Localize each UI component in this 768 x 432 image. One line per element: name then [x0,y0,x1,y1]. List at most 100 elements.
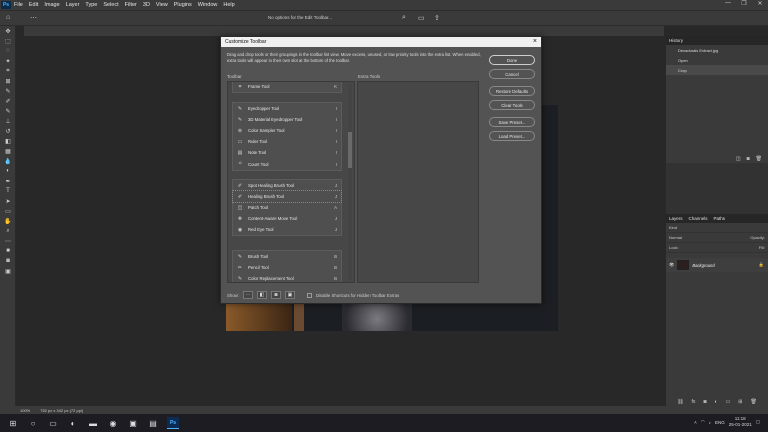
show-color-swatch-icon[interactable]: ◧ [256,291,267,299]
tab-channels[interactable]: Channels [689,216,708,221]
task-view-icon[interactable]: ▭ [46,416,60,430]
show-quick-mask-icon[interactable]: ◙ [270,291,281,299]
menu-select[interactable]: Select [103,2,118,8]
history-item-crop[interactable]: Crop [666,65,768,75]
clock[interactable]: 11:18 25-01-2021 [729,416,752,428]
kind-filter-select[interactable]: Kind [669,225,677,230]
menu-type[interactable]: Type [85,2,97,8]
marquee-tool-icon[interactable]: ⬚ [0,36,16,46]
chrome-icon[interactable]: ◉ [106,416,120,430]
scrollbar-thumb[interactable] [348,132,352,168]
windows-start-icon[interactable]: ⊞ [6,416,20,430]
toolbar-edit-icon[interactable]: ⋯ [30,14,37,22]
toolbar-list[interactable]: ⌗ Frame Tool K ✎ Eyedropper Tool I ✎ 3D … [227,81,355,283]
tool-item-color-sampler[interactable]: ⊕ Color Sampler Tool I [233,125,341,136]
tool-item-3d-material-eyedropper[interactable]: ✎ 3D Material Eyedropper Tool I [233,114,341,125]
menu-filter[interactable]: Filter [125,2,137,8]
done-button[interactable]: Done [489,55,535,65]
hand-tool-icon[interactable]: ✋ [0,216,16,226]
search-taskbar-icon[interactable]: ○ [26,416,40,430]
tool-group-healing[interactable]: ✐ Spot Healing Brush Tool J ✐ Healing Br… [232,179,342,237]
tool-item-count[interactable]: ¹² Count Tool I [233,158,341,169]
volume-icon[interactable]: ♪ [709,420,711,425]
restore-defaults-button[interactable]: Restore Defaults [489,86,535,96]
load-preset-button[interactable]: Load Preset... [489,131,535,141]
tool-item-content-aware-move[interactable]: ✥ Content-Aware Move Tool J [233,213,341,224]
tool-item-note[interactable]: ▤ Note Tool I [233,147,341,158]
menu-plugins[interactable]: Plugins [174,2,192,8]
trash-icon[interactable]: 🗑 [756,156,762,162]
wifi-icon[interactable]: ◠ [701,419,705,425]
tool-item-pencil[interactable]: ✏ Pencil Tool B [233,262,341,273]
photoshop-taskbar-icon[interactable]: Ps [166,416,180,430]
blend-mode-select[interactable]: Normal [669,235,682,240]
menu-help[interactable]: Help [223,2,234,8]
cancel-button[interactable]: Cancel [489,69,535,79]
mask-icon[interactable]: ◙ [703,399,706,405]
menu-edit[interactable]: Edit [29,2,38,8]
tool-item-healing-brush[interactable]: ✐ Healing Brush Tool J [232,190,342,204]
history-brush-tool-icon[interactable]: ↺ [0,126,16,136]
show-extras-ellipsis-icon[interactable]: ⋯ [242,291,253,299]
frame-tool-icon[interactable]: ⊠ [0,76,16,86]
tab-layers[interactable]: Layers [669,216,683,221]
extra-tools-list[interactable] [357,81,479,283]
workspace-icon[interactable]: ▭ [418,14,425,22]
blur-tool-icon[interactable]: 💧 [0,156,16,166]
file-explorer-icon[interactable]: ▬ [86,416,100,430]
tool-group-eyedropper[interactable]: ✎ Eyedropper Tool I ✎ 3D Material Eyedro… [232,102,342,171]
quick-select-tool-icon[interactable]: ✦ [0,56,16,66]
color-swatch-icon[interactable]: ■ [0,246,16,256]
shape-tool-icon[interactable]: ▭ [0,206,16,216]
delete-layer-icon[interactable]: 🗑 [750,399,756,405]
group-icon[interactable]: ▭ [726,399,731,405]
history-item-open[interactable]: Open [666,55,768,65]
edge-icon[interactable]: ◐ [66,416,80,430]
fx-icon[interactable]: fx [692,399,696,405]
history-snapshot[interactable]: Decadurals Extract.jpg [666,45,768,55]
layer-row-background[interactable]: 👁 Background 🔒 [666,258,768,272]
quick-mask-icon[interactable]: ◙ [0,256,16,266]
path-select-tool-icon[interactable]: ➤ [0,196,16,206]
disable-shortcuts-checkbox[interactable] [306,292,312,298]
adjustment-icon[interactable]: ◐ [714,399,717,405]
share-icon[interactable]: ⇪ [434,14,440,22]
notification-icon[interactable]: ▢ [756,419,760,425]
save-preset-button[interactable]: Save Preset... [489,117,535,127]
search-icon[interactable]: ⌕ [402,14,406,22]
tray-arrow-icon[interactable]: ˄ [694,420,697,425]
menu-window[interactable]: Window [198,2,218,8]
pen-tool-icon[interactable]: ✒ [0,176,16,186]
tool-item-spot-healing-brush[interactable]: ✐ Spot Healing Brush Tool J [233,180,341,191]
new-snapshot-icon[interactable]: ◫ [736,156,741,162]
eye-icon[interactable]: 👁 [669,262,674,268]
close-icon[interactable]: × [533,37,537,47]
menu-file[interactable]: File [14,2,23,8]
language-indicator[interactable]: ENG [715,420,725,425]
dodge-tool-icon[interactable]: ◐ [0,166,16,176]
home-icon[interactable]: ⌂ [6,14,14,22]
lasso-tool-icon[interactable]: ◌ [0,46,16,56]
type-tool-icon[interactable]: T [0,186,16,196]
tool-item-patch[interactable]: ◫ Patch Tool A [233,202,341,213]
minimize-button[interactable]: — [720,0,736,7]
tool-item-red-eye[interactable]: ◉ Red Eye Tool J [233,224,341,235]
folder-icon[interactable]: ▤ [146,416,160,430]
maximize-button[interactable]: ❐ [736,0,752,7]
toolbar-list-scrollbar[interactable] [348,84,352,280]
camera-icon[interactable]: ◙ [747,156,750,162]
tool-group-frame[interactable]: ⌗ Frame Tool K [232,82,342,94]
menu-3d[interactable]: 3D [143,2,150,8]
show-screen-mode-icon[interactable]: ▣ [284,291,295,299]
tool-item-brush[interactable]: ✎ Brush Tool B [233,251,341,262]
stamp-tool-icon[interactable]: ⊥ [0,116,16,126]
brush-tool-icon[interactable]: ✎ [0,106,16,116]
screen-mode-icon[interactable]: ▣ [0,266,16,276]
tool-item-ruler[interactable]: ▭ Ruler Tool I [233,136,341,147]
close-window-button[interactable]: ✕ [752,0,768,7]
move-tool-icon[interactable]: ✥ [0,26,16,36]
menu-layer[interactable]: Layer [66,2,80,8]
tab-paths[interactable]: Paths [714,216,726,221]
history-tab[interactable]: History [669,38,683,43]
extra-tools-icon[interactable]: ⋯ [0,236,16,246]
